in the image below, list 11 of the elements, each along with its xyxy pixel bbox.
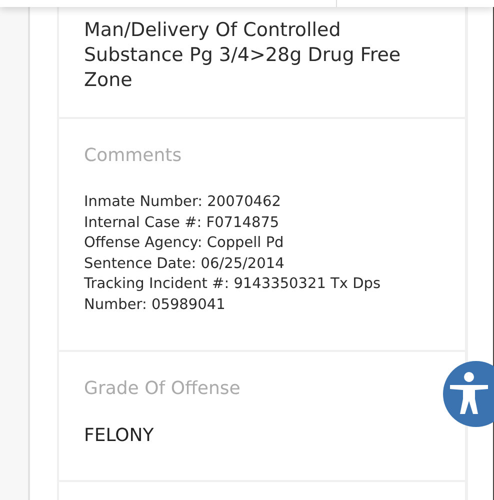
field-label: Grade Of Offense (84, 378, 242, 399)
comment-line: Internal Case #: F0714875 (84, 214, 280, 233)
field-label: Comments (84, 145, 183, 166)
comment-line: Tracking Incident #: 9143350321 Tx Dps (84, 275, 382, 294)
comment-line: Inmate Number: 20070462 (84, 193, 282, 212)
field-value: FELONY (84, 424, 155, 446)
comment-line: Sentence Date: 06/25/2014 (84, 254, 286, 274)
comment-line: Offense Agency: Coppell Pd (84, 234, 285, 254)
comment-line: Number: 05989041 (84, 296, 226, 315)
offense-title: Man/Delivery Of Controlled Substance Pg 3/4>28g Drug Free Zone (84, 18, 402, 93)
accessibility-button[interactable] (443, 361, 494, 427)
